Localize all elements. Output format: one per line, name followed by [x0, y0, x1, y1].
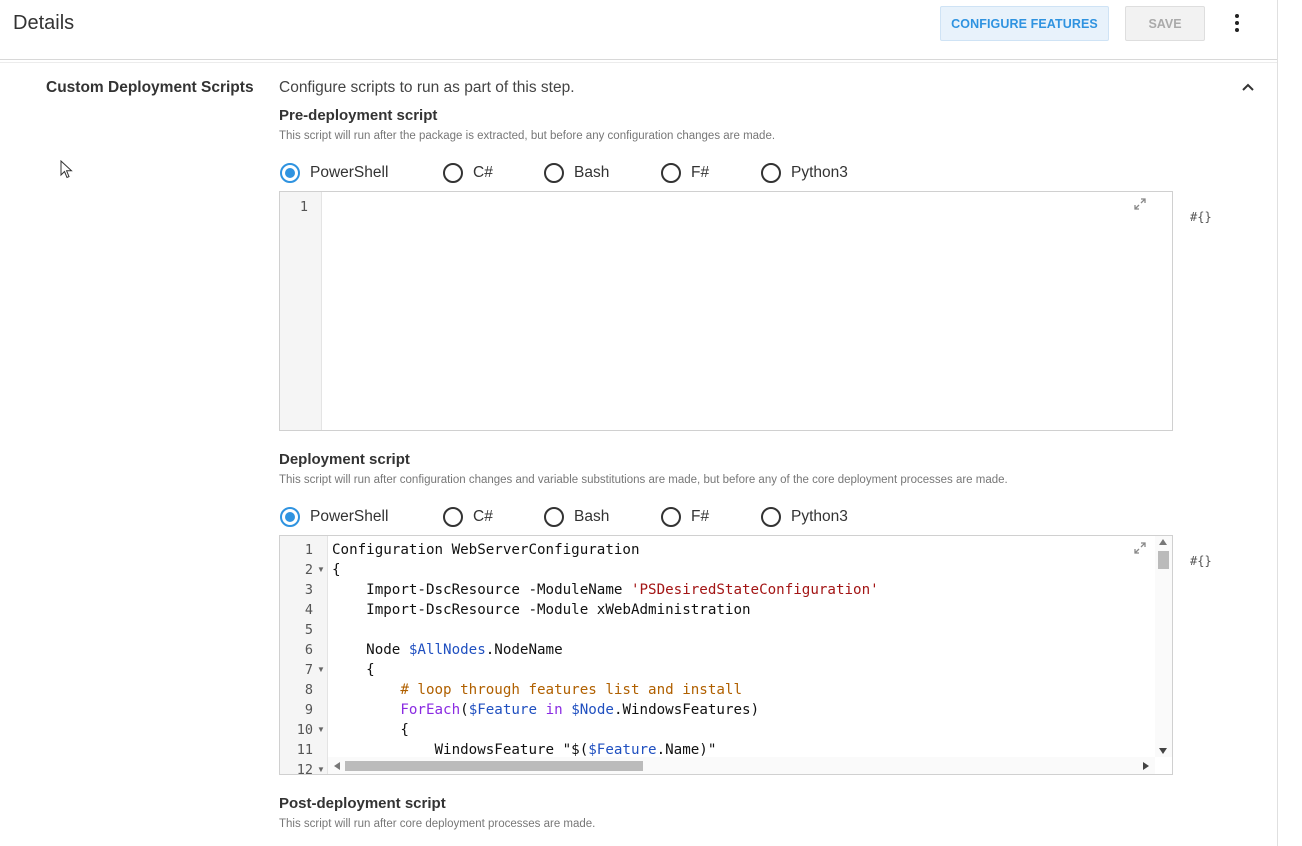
radio-label: PowerShell: [310, 508, 389, 525]
code-line: Import-DscResource -Module xWebAdministr…: [332, 602, 751, 618]
radio-label: C#: [473, 164, 493, 181]
radio-powershell[interactable]: PowerShell: [280, 507, 388, 527]
radio-dot: [661, 163, 681, 183]
deployment-title: Deployment script: [279, 451, 410, 468]
expand-icon[interactable]: [1133, 197, 1147, 211]
radio-label: Python3: [791, 508, 848, 525]
radio-label: Python3: [791, 164, 848, 181]
radio-label: Bash: [574, 508, 610, 525]
insert-variable-icon[interactable]: #{}: [1190, 554, 1212, 568]
right-rail: [1277, 0, 1302, 846]
line-number: 5: [304, 622, 313, 638]
section-label: Custom Deployment Scripts: [46, 79, 254, 96]
line-number: 7: [304, 662, 313, 678]
line-number: 12: [296, 762, 313, 775]
line-number: 10: [296, 722, 313, 738]
radio-label: C#: [473, 508, 493, 525]
line-number: 9: [304, 702, 313, 718]
radio-dot: [280, 507, 300, 527]
radio-fsharp[interactable]: F#: [661, 163, 709, 183]
code-line: Configuration WebServerConfiguration: [332, 542, 640, 558]
pre-deployment-title: Pre-deployment script: [279, 107, 438, 124]
horizontal-scrollbar[interactable]: [328, 757, 1155, 774]
header-divider: [0, 62, 1277, 63]
radio-dot: [443, 507, 463, 527]
code-line: Import-DscResource -ModuleName 'PSDesire…: [332, 582, 879, 598]
more-options-icon[interactable]: [1227, 10, 1247, 36]
pre-deployment-language-group: PowerShell C# Bash F# Python3: [279, 163, 979, 187]
radio-dot: [280, 163, 300, 183]
radio-label: F#: [691, 164, 710, 181]
radio-dot: [544, 163, 564, 183]
line-number: 6: [304, 642, 313, 658]
code-area[interactable]: Configuration WebServerConfiguration { Im…: [332, 540, 1155, 757]
radio-csharp[interactable]: C#: [443, 163, 493, 183]
post-deployment-title: Post-deployment script: [279, 795, 446, 812]
deployment-hint: This script will run after configuration…: [279, 474, 1008, 486]
scroll-down-icon[interactable]: [1159, 748, 1167, 754]
radio-dot: [443, 163, 463, 183]
line-number: 11: [296, 742, 313, 758]
editor-gutter: 1: [280, 192, 322, 430]
code-line: {: [332, 722, 409, 738]
insert-variable-icon[interactable]: #{}: [1190, 210, 1212, 224]
line-number: 2: [304, 562, 313, 578]
radio-dot: [661, 507, 681, 527]
fold-toggle-icon[interactable]: ▼: [317, 660, 325, 680]
code-line: ForEach($Feature in $Node.WindowsFeature…: [400, 702, 760, 718]
deployment-editor[interactable]: 1 2 ▼ 3 4 5 6 7 ▼ 8 9 10 ▼ 11 12 ▼ Confi…: [279, 535, 1173, 775]
fold-toggle-icon[interactable]: ▼: [317, 760, 325, 774]
line-number: 3: [304, 582, 313, 598]
radio-bash[interactable]: Bash: [544, 507, 609, 527]
radio-python3[interactable]: Python3: [761, 163, 848, 183]
page-title: Details: [13, 12, 75, 34]
vertical-scroll-thumb[interactable]: [1158, 551, 1169, 569]
code-line: Node $AllNodes.NodeName: [332, 642, 563, 658]
section-description: Configure scripts to run as part of this…: [279, 79, 575, 96]
line-number: 1: [299, 199, 308, 215]
pre-deployment-editor[interactable]: 1: [279, 191, 1173, 431]
radio-label: PowerShell: [310, 164, 389, 181]
post-deployment-hint: This script will run after core deployme…: [279, 818, 596, 830]
radio-fsharp[interactable]: F#: [661, 507, 709, 527]
radio-python3[interactable]: Python3: [761, 507, 848, 527]
mouse-cursor-icon: [60, 160, 73, 179]
pre-deployment-hint: This script will run after the package i…: [279, 130, 776, 142]
fold-toggle-icon[interactable]: ▼: [317, 560, 325, 580]
radio-powershell[interactable]: PowerShell: [280, 163, 388, 183]
editor-gutter: 1 2 ▼ 3 4 5 6 7 ▼ 8 9 10 ▼ 11 12 ▼: [280, 536, 328, 774]
radio-label: F#: [691, 508, 710, 525]
line-number: 1: [304, 542, 313, 558]
vertical-scrollbar[interactable]: [1155, 536, 1172, 757]
code-line: {: [332, 662, 375, 678]
save-button[interactable]: SAVE: [1125, 6, 1205, 41]
expand-icon[interactable]: [1133, 541, 1147, 555]
line-number: 8: [304, 682, 313, 698]
line-number: 4: [304, 602, 313, 618]
code-line: {: [332, 562, 341, 578]
code-line: # loop through features list and install: [400, 682, 743, 698]
radio-dot: [761, 163, 781, 183]
horizontal-scroll-thumb[interactable]: [345, 761, 643, 771]
header-bar: Details CONFIGURE FEATURES SAVE: [0, 0, 1277, 60]
scroll-right-icon[interactable]: [1143, 762, 1149, 770]
radio-csharp[interactable]: C#: [443, 507, 493, 527]
deployment-language-group: PowerShell C# Bash F# Python3: [279, 507, 979, 531]
fold-toggle-icon[interactable]: ▼: [317, 720, 325, 740]
scroll-left-icon[interactable]: [334, 762, 340, 770]
code-line: WindowsFeature "$($Feature.Name)": [332, 742, 717, 757]
radio-label: Bash: [574, 164, 610, 181]
radio-bash[interactable]: Bash: [544, 163, 609, 183]
configure-features-button[interactable]: CONFIGURE FEATURES: [940, 6, 1109, 41]
scroll-up-icon[interactable]: [1159, 539, 1167, 545]
radio-dot: [544, 507, 564, 527]
chevron-up-icon[interactable]: [1240, 80, 1256, 94]
radio-dot: [761, 507, 781, 527]
